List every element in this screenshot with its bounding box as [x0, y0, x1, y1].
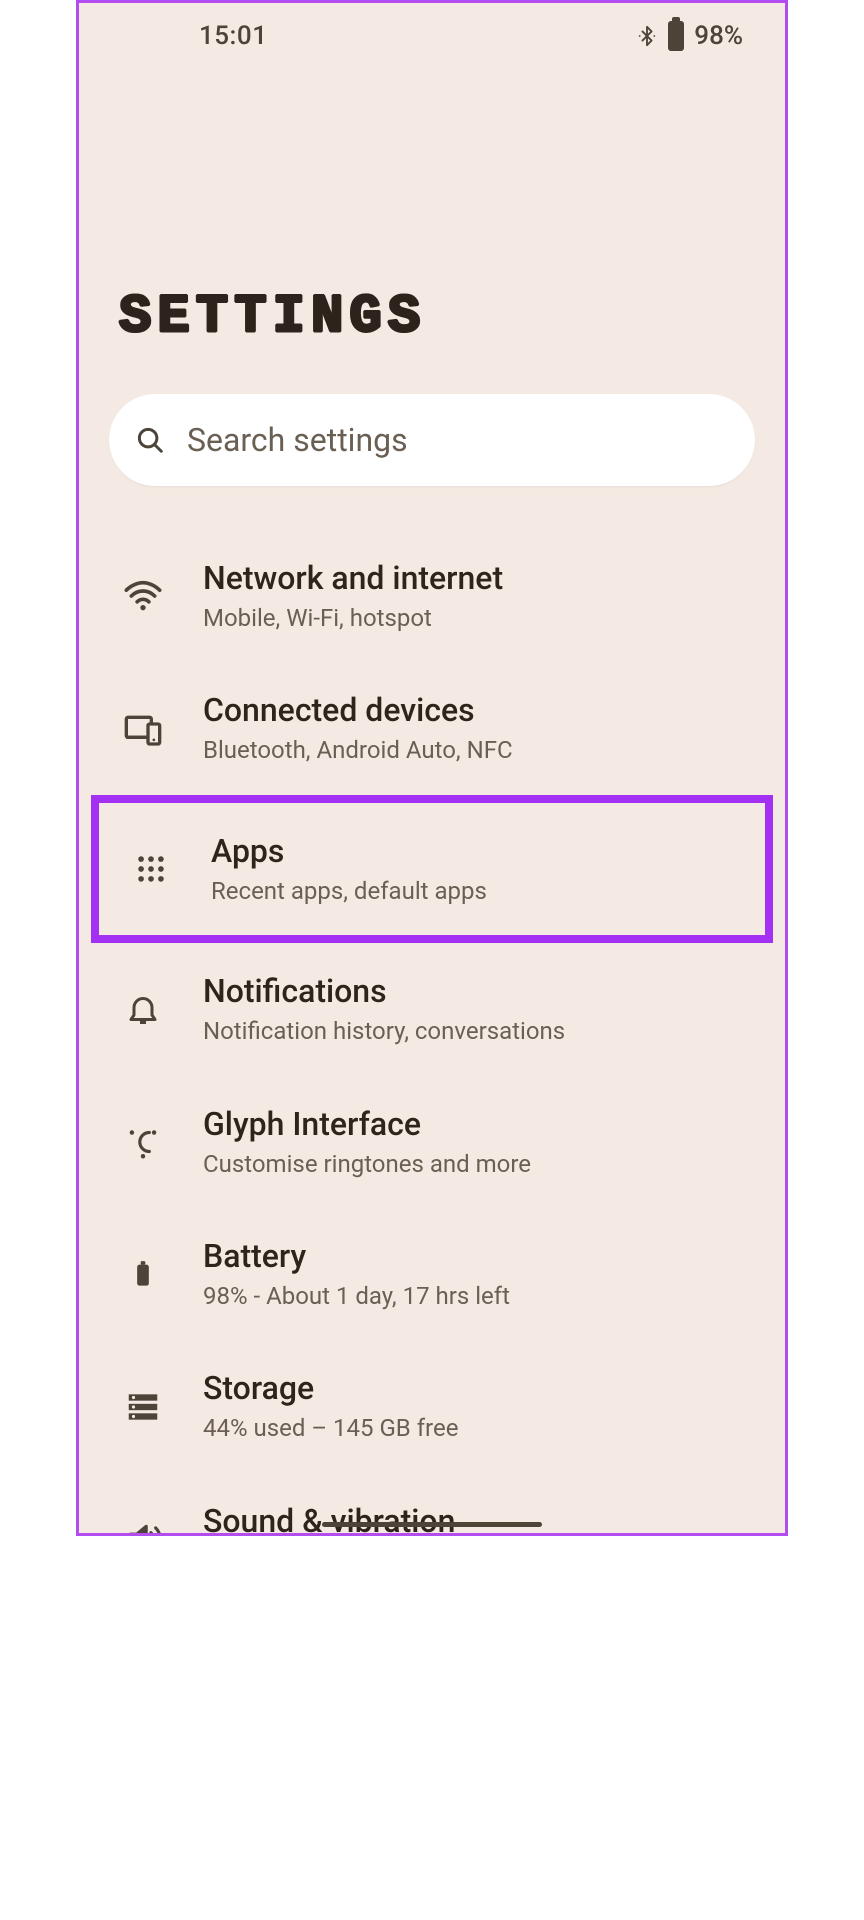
- settings-item-title: Network and internet: [203, 558, 767, 598]
- settings-item-network[interactable]: Network and internet Mobile, Wi-Fi, hots…: [79, 530, 785, 662]
- settings-item-title: Apps: [211, 831, 747, 871]
- battery-icon: [668, 21, 684, 51]
- settings-item-title: Storage: [203, 1368, 767, 1408]
- page-title: SETTINGS: [79, 67, 785, 348]
- settings-item-subtitle: Recent apps, default apps: [211, 875, 747, 907]
- status-right: 98%: [636, 21, 743, 51]
- settings-item-title: Glyph Interface: [203, 1104, 767, 1144]
- settings-item-notifications[interactable]: Notifications Notification history, conv…: [79, 943, 785, 1075]
- settings-item-glyph[interactable]: Glyph Interface Customise ringtones and …: [79, 1076, 785, 1208]
- search-icon: [135, 425, 165, 455]
- settings-item-subtitle: Bluetooth, Android Auto, NFC: [203, 734, 767, 766]
- speaker-icon: [121, 1517, 165, 1536]
- settings-list: Network and internet Mobile, Wi-Fi, hots…: [79, 492, 785, 1536]
- settings-screen: 15:01 98% SETTINGS: [76, 0, 788, 1536]
- settings-item-storage[interactable]: Storage 44% used – 145 GB free: [79, 1340, 785, 1472]
- status-bar: 15:01 98%: [79, 3, 785, 67]
- search-wrap: [79, 348, 785, 492]
- settings-item-subtitle: 44% used – 145 GB free: [203, 1412, 767, 1444]
- apps-grid-icon: [129, 847, 173, 891]
- status-time: 15:01: [199, 21, 267, 51]
- settings-item-apps[interactable]: Apps Recent apps, default apps: [91, 795, 773, 943]
- settings-item-title: Connected devices: [203, 690, 767, 730]
- storage-icon: [121, 1385, 165, 1429]
- settings-item-subtitle: Customise ringtones and more: [203, 1148, 767, 1180]
- settings-item-title: Battery: [203, 1236, 767, 1276]
- bluetooth-icon: [636, 23, 658, 49]
- settings-item-title: Sound & vibration: [203, 1501, 767, 1536]
- status-battery-pct: 98%: [694, 21, 743, 51]
- battery-full-icon: [121, 1252, 165, 1296]
- settings-item-connected-devices[interactable]: Connected devices Bluetooth, Android Aut…: [79, 662, 785, 794]
- search-bar[interactable]: [109, 394, 755, 486]
- nav-handle[interactable]: [322, 1522, 542, 1527]
- settings-item-subtitle: Notification history, conversations: [203, 1015, 767, 1047]
- settings-item-subtitle: Mobile, Wi-Fi, hotspot: [203, 602, 767, 634]
- glyph-icon: [121, 1120, 165, 1164]
- settings-item-title: Notifications: [203, 971, 767, 1011]
- devices-icon: [121, 707, 165, 751]
- search-input[interactable]: [187, 421, 729, 459]
- wifi-icon: [121, 574, 165, 618]
- settings-item-subtitle: 98% - About 1 day, 17 hrs left: [203, 1280, 767, 1312]
- settings-item-battery[interactable]: Battery 98% - About 1 day, 17 hrs left: [79, 1208, 785, 1340]
- bell-icon: [121, 987, 165, 1031]
